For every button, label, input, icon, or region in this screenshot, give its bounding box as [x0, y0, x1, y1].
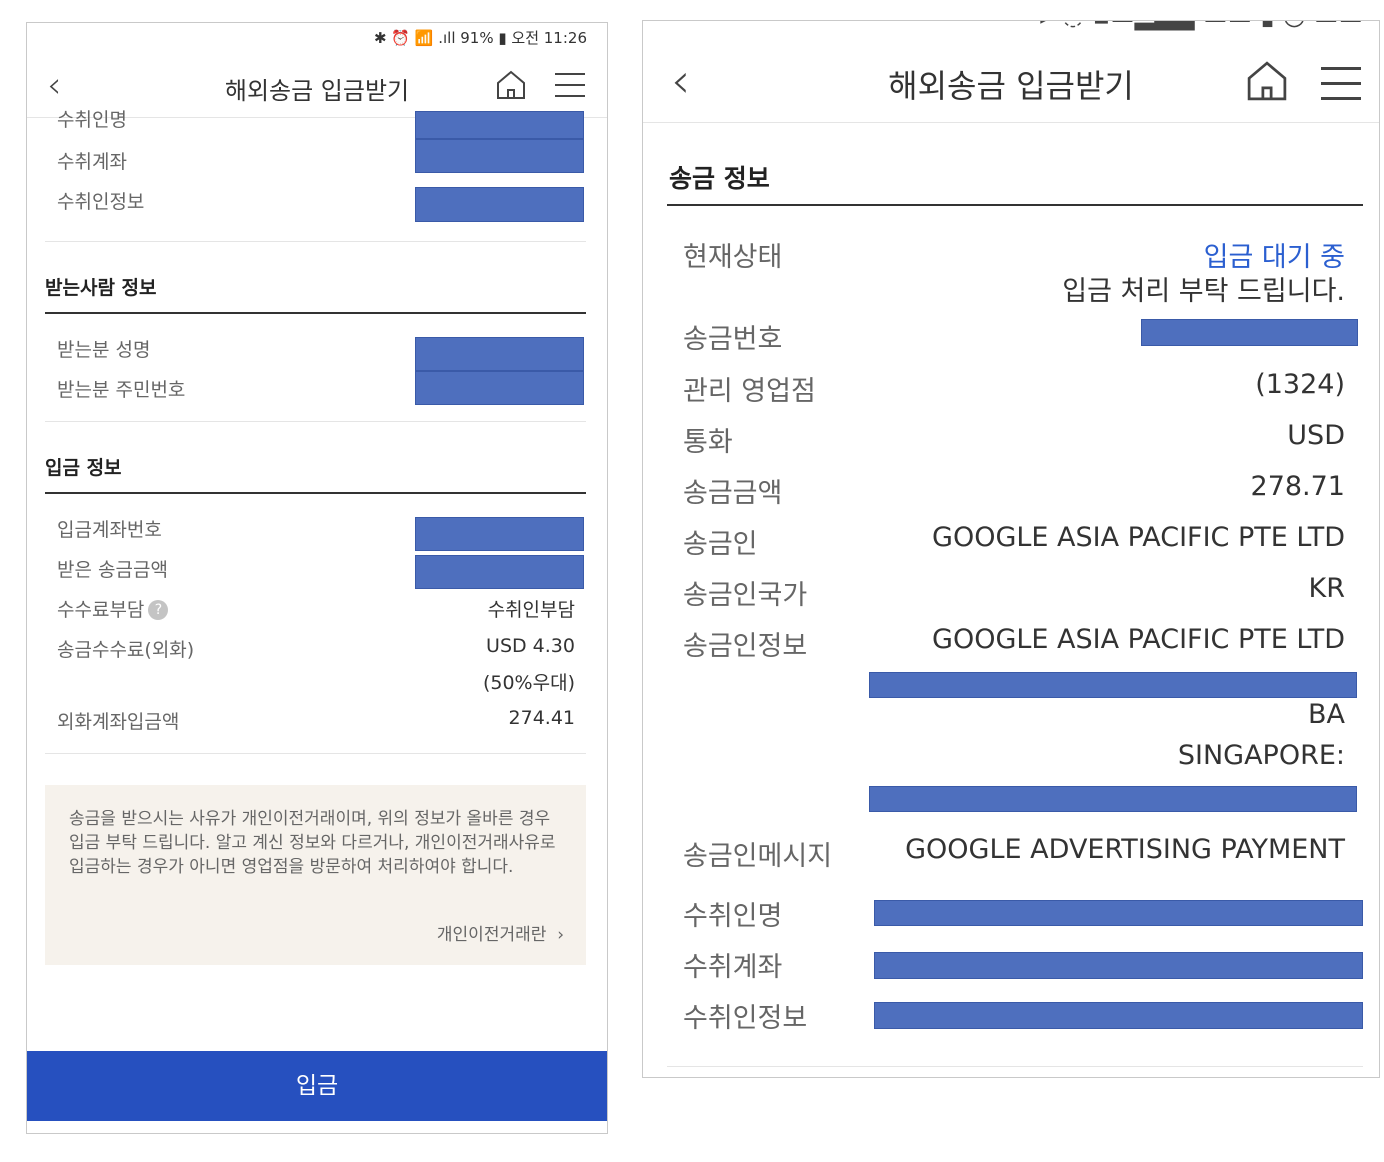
- deposit-button[interactable]: 입금: [27, 1051, 607, 1121]
- sender-country-value: KR: [1308, 573, 1345, 604]
- divider: [45, 753, 586, 754]
- home-icon[interactable]: [1245, 59, 1289, 103]
- home-icon[interactable]: [495, 69, 527, 101]
- fee-bearer-value: 수취인부담: [487, 599, 575, 621]
- redacted-payee-name: [415, 111, 584, 139]
- fee-bearer-label: 수수료부담?: [57, 595, 169, 622]
- sender-message-value: GOOGLE ADVERTISING PAYMENT: [905, 834, 1345, 865]
- currency-label: 통화: [683, 427, 733, 458]
- branch-label: 관리 영업점: [683, 376, 816, 407]
- redacted-sender-address-2: [869, 786, 1357, 812]
- status-note: 입금 처리 부탁 드립니다.: [1062, 276, 1345, 307]
- redacted-sender-address: [869, 672, 1357, 698]
- remittance-section-title: 송금 정보: [669, 164, 770, 193]
- currency-value: USD: [1287, 420, 1345, 451]
- help-icon[interactable]: ?: [148, 600, 169, 620]
- sender-country-label: 송금인국가: [683, 580, 808, 611]
- sender-info-line2: BA: [1308, 699, 1345, 730]
- section-divider: [45, 492, 586, 494]
- section-divider: [45, 312, 586, 314]
- section-divider: [667, 204, 1363, 206]
- payee-account-label: 수취계좌: [683, 952, 783, 983]
- sender-info-value: GOOGLE ASIA PACIFIC PTE LTD: [932, 624, 1345, 655]
- deposit-account-label: 입금계좌번호: [57, 519, 162, 541]
- personal-transfer-link[interactable]: 개인이전거래란 ›: [437, 920, 564, 945]
- payee-info-label: 수취인정보: [683, 1003, 808, 1034]
- recipient-id-label: 받는분 주민번호: [57, 379, 186, 401]
- divider: [667, 1066, 1363, 1067]
- amount-label: 송금금액: [683, 478, 783, 509]
- status-label: 현재상태: [683, 242, 783, 273]
- fee-label: 송금수수료(외화): [57, 639, 195, 661]
- menu-icon[interactable]: [555, 73, 585, 97]
- divider: [45, 421, 586, 422]
- redacted-payee-account: [874, 952, 1363, 979]
- redacted-payee-account: [415, 139, 584, 173]
- redacted-payee-info: [415, 187, 584, 222]
- fee-value: USD 4.30: [486, 635, 575, 657]
- sender-label: 송금인: [683, 529, 758, 560]
- fx-deposit-value: 274.41: [508, 707, 575, 729]
- payee-name-label: 수취인명: [57, 109, 127, 131]
- redacted-received-amount: [415, 555, 584, 589]
- right-phone-screen: ▸ ◌ ▪▬▂▃▅ ▬▬ ▮ ◡ ▬▬ ‹ 해외송금 입금받기 송금 정보 현재…: [642, 20, 1380, 1078]
- personal-transfer-link-label: 개인이전거래란: [436, 925, 547, 945]
- left-phone-screen: ✱ ⏰ 📶 .ıll 91% ▮ 오전 11:26 ‹ 해외송금 입금받기 수취…: [26, 22, 608, 1134]
- notice-text: 송금을 받으시는 사유가 개인이전거래이며, 위의 정보가 올바른 경우 입금 …: [69, 809, 556, 877]
- redacted-payee-info: [874, 1002, 1363, 1029]
- header-divider: [643, 122, 1379, 123]
- redacted-recipient-name: [415, 337, 584, 371]
- fee-discount: (50%우대): [482, 672, 575, 694]
- menu-icon[interactable]: [1321, 67, 1361, 100]
- notice-box: 송금을 받으시는 사유가 개인이전거래이며, 위의 정보가 올바른 경우 입금 …: [45, 785, 586, 965]
- redacted-recipient-id: [415, 371, 584, 405]
- redacted-deposit-account: [415, 517, 584, 551]
- deposit-section-title: 입금 정보: [45, 457, 122, 479]
- sender-info-label: 송금인정보: [683, 631, 808, 662]
- sender-message-label: 송금인메시지: [683, 841, 833, 872]
- recipient-section-title: 받는사람 정보: [45, 277, 157, 299]
- fee-bearer-text: 수수료부담: [57, 599, 145, 621]
- remit-number-label: 송금번호: [683, 324, 783, 355]
- recipient-name-label: 받는분 성명: [57, 339, 151, 361]
- divider: [45, 241, 586, 242]
- status-bar-cut: ▸ ◌ ▪▬▂▃▅ ▬▬ ▮ ◡ ▬▬: [1040, 21, 1363, 31]
- payee-info-label: 수취인정보: [57, 191, 145, 213]
- redacted-payee-name: [874, 900, 1363, 926]
- sender-info-line3: SINGAPORE:: [1177, 740, 1345, 771]
- amount-value: 278.71: [1250, 471, 1345, 502]
- payee-account-label: 수취계좌: [57, 151, 127, 173]
- status-bar: ✱ ⏰ 📶 .ıll 91% ▮ 오전 11:26: [374, 29, 587, 47]
- chevron-right-icon: ›: [551, 925, 564, 945]
- payee-name-label: 수취인명: [683, 901, 783, 932]
- sender-value: GOOGLE ASIA PACIFIC PTE LTD: [932, 522, 1345, 553]
- redacted-remit-number: [1141, 319, 1358, 346]
- branch-value: (1324): [1255, 369, 1345, 400]
- fx-deposit-label: 외화계좌입금액: [57, 711, 180, 733]
- received-amount-label: 받은 송금금액: [57, 559, 168, 581]
